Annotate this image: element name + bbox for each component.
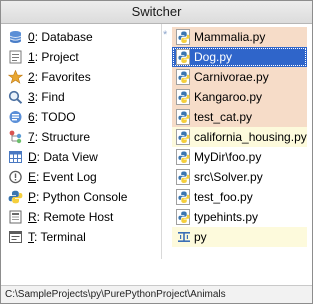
file-item-mydir-foo[interactable]: MyDir\foo.py	[172, 147, 307, 167]
python-file-icon	[176, 89, 192, 105]
file-item-california-housing[interactable]: california_housing.py	[172, 127, 307, 147]
terminal-icon	[8, 230, 23, 244]
python-console-icon	[8, 190, 23, 204]
python-file-icon	[176, 49, 192, 65]
file-item-py[interactable]: py	[172, 227, 307, 247]
event-log-icon	[8, 170, 23, 184]
file-item-carnivorae[interactable]: Carnivorae.py	[172, 67, 307, 87]
file-item-kangaroo[interactable]: Kangaroo.py	[172, 87, 307, 107]
modified-marker: *	[163, 29, 168, 41]
file-item-dog[interactable]: Dog.py	[172, 47, 307, 67]
file-path-status: C:\SampleProjects\py\PurePythonProject\A…	[1, 285, 312, 303]
find-icon	[8, 90, 23, 104]
remote-host-icon	[8, 210, 23, 224]
python-file-icon	[176, 129, 192, 145]
python-file-icon	[176, 69, 192, 85]
project-folder-icon	[8, 50, 23, 64]
window-title: Switcher	[1, 1, 312, 24]
database-icon	[8, 30, 23, 44]
recent-files-list: * Mammalia.py Dog.py Carnivorae.py Kanga…	[162, 24, 312, 259]
star-icon	[7, 69, 24, 84]
file-item-typehints[interactable]: typehints.py	[172, 207, 307, 227]
text-file-icon	[176, 229, 192, 245]
python-file-icon	[176, 189, 192, 205]
switcher-window: Switcher 0: Database 1: Project 2: Favor…	[0, 0, 313, 304]
python-file-icon	[176, 149, 192, 165]
file-item-test-cat[interactable]: test_cat.py	[172, 107, 307, 127]
python-file-icon	[176, 169, 192, 185]
data-view-icon	[8, 150, 23, 164]
file-item-mammalia[interactable]: Mammalia.py	[172, 27, 307, 47]
file-item-test-foo[interactable]: test_foo.py	[172, 187, 307, 207]
file-item-src-solver[interactable]: src\Solver.py	[172, 167, 307, 187]
todo-icon	[8, 110, 23, 124]
python-file-icon	[176, 209, 192, 225]
python-file-icon	[176, 109, 192, 125]
python-file-icon	[176, 29, 192, 45]
tool-window-list: 0: Database 1: Project 2: Favorites 3: F…	[1, 24, 159, 259]
structure-icon	[8, 130, 23, 144]
